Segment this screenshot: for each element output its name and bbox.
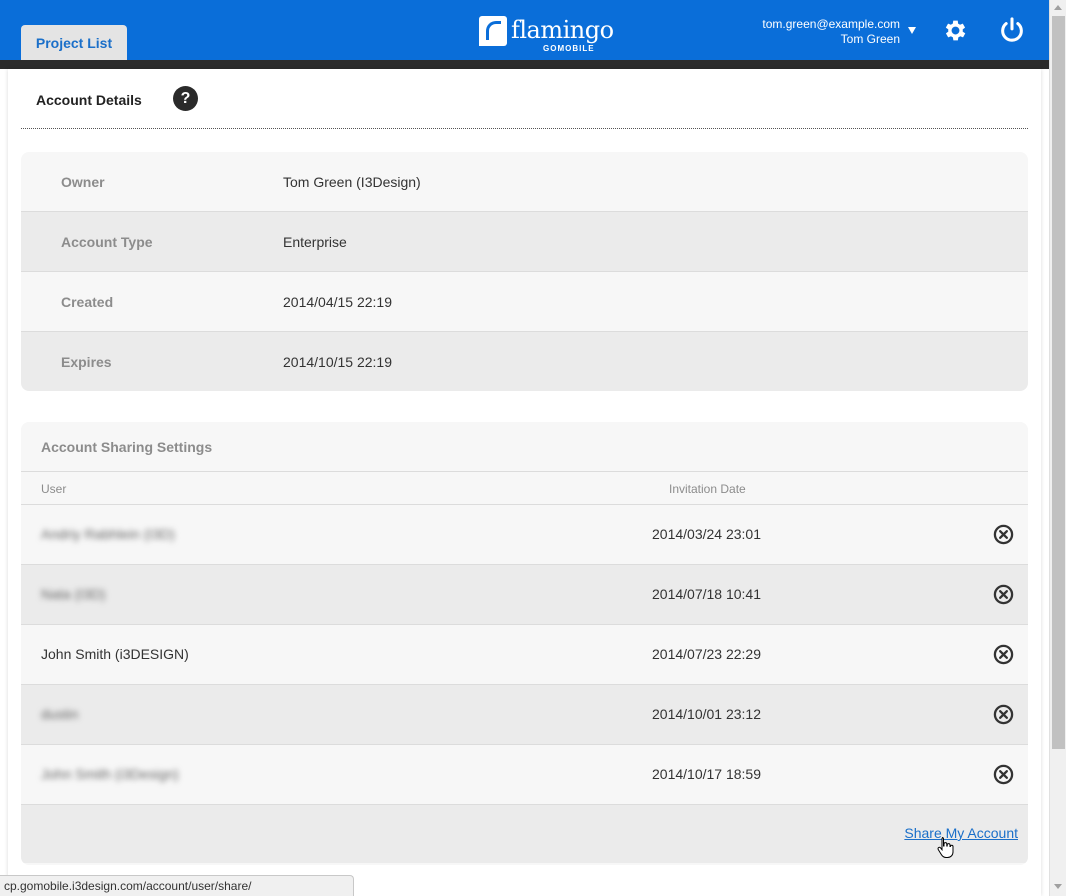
table-row: Andriy Rabhlein (I3D) 2014/03/24 23:01	[21, 505, 1028, 565]
share-my-account-link[interactable]: Share My Account	[904, 825, 1018, 841]
detail-row-owner: Owner Tom Green (I3Design)	[21, 152, 1028, 212]
detail-row-account-type: Account Type Enterprise	[21, 212, 1028, 272]
scroll-down-arrow-icon[interactable]	[1054, 884, 1062, 889]
invitation-date: 2014/07/18 10:41	[652, 586, 761, 602]
invitation-date: 2014/07/23 22:29	[652, 646, 761, 662]
hand-cursor-icon	[937, 837, 954, 858]
invitation-date: 2014/10/01 23:12	[652, 706, 761, 722]
vertical-scrollbar[interactable]	[1049, 0, 1066, 896]
title-divider	[21, 128, 1028, 129]
remove-icon[interactable]	[993, 524, 1014, 545]
browser-status-bar: cp.gomobile.i3design.com/account/user/sh…	[0, 875, 354, 896]
user-name: Tom Green	[840, 32, 900, 46]
detail-row-expires: Expires 2014/10/15 22:19	[21, 332, 1028, 391]
remove-icon[interactable]	[993, 764, 1014, 785]
detail-label: Created	[61, 293, 114, 310]
logo-subtitle: GOMOBILE	[543, 44, 595, 53]
detail-value: 2014/10/15 22:19	[283, 353, 392, 370]
user-menu[interactable]: tom.green@example.com Tom Green	[762, 17, 900, 47]
shared-user-name: John Smith (i3Design)	[41, 766, 179, 782]
logo-text: flamingo	[511, 16, 614, 44]
table-row: Nata (I3D) 2014/07/18 10:41	[21, 565, 1028, 625]
chevron-down-icon[interactable]	[908, 27, 916, 34]
user-email: tom.green@example.com	[762, 17, 900, 31]
tab-project-list[interactable]: Project List	[21, 25, 127, 60]
page-title: Account Details	[36, 92, 142, 108]
shared-user-name: John Smith (i3DESIGN)	[41, 646, 189, 662]
top-header: Project List flamingo GOMOBILE tom.green…	[0, 0, 1049, 60]
detail-label: Owner	[61, 173, 105, 190]
table-row: dustin 2014/10/01 23:12	[21, 685, 1028, 745]
detail-label: Account Type	[61, 233, 153, 250]
detail-value: 2014/04/15 22:19	[283, 293, 392, 310]
invitation-date: 2014/10/17 18:59	[652, 766, 761, 782]
detail-label: Expires	[61, 353, 112, 370]
column-header-invitation-date: Invitation Date	[669, 482, 746, 496]
remove-icon[interactable]	[993, 584, 1014, 605]
shared-user-name: dustin	[41, 706, 79, 722]
detail-row-created: Created 2014/04/15 22:19	[21, 272, 1028, 332]
invitation-date: 2014/03/24 23:01	[652, 526, 761, 542]
table-row: John Smith (i3DESIGN) 2014/07/23 22:29	[21, 625, 1028, 685]
power-icon[interactable]	[998, 16, 1026, 44]
help-icon[interactable]: ?	[173, 86, 198, 111]
sharing-table-header: User Invitation Date	[21, 472, 1028, 505]
table-row: John Smith (i3Design) 2014/10/17 18:59	[21, 745, 1028, 805]
sharing-title: Account Sharing Settings	[21, 422, 1028, 472]
shared-user-name: Nata (I3D)	[41, 586, 106, 602]
account-details-panel: Owner Tom Green (I3Design) Account Type …	[21, 152, 1028, 391]
remove-icon[interactable]	[993, 644, 1014, 665]
scroll-up-arrow-icon[interactable]	[1054, 5, 1062, 10]
account-sharing-panel: Account Sharing Settings User Invitation…	[21, 422, 1028, 865]
flamingo-logo-icon	[479, 16, 507, 46]
sharing-footer: Share My Account	[21, 805, 1028, 863]
shared-user-name: Andriy Rabhlein (I3D)	[41, 526, 175, 542]
gear-icon[interactable]	[942, 17, 969, 44]
column-header-user: User	[41, 482, 67, 496]
scroll-thumb[interactable]	[1052, 16, 1065, 749]
flamingo-logo: flamingo GOMOBILE	[479, 16, 614, 56]
remove-icon[interactable]	[993, 704, 1014, 725]
header-divider-bar	[0, 60, 1049, 69]
detail-value: Enterprise	[283, 233, 347, 250]
detail-value: Tom Green (I3Design)	[283, 173, 421, 190]
